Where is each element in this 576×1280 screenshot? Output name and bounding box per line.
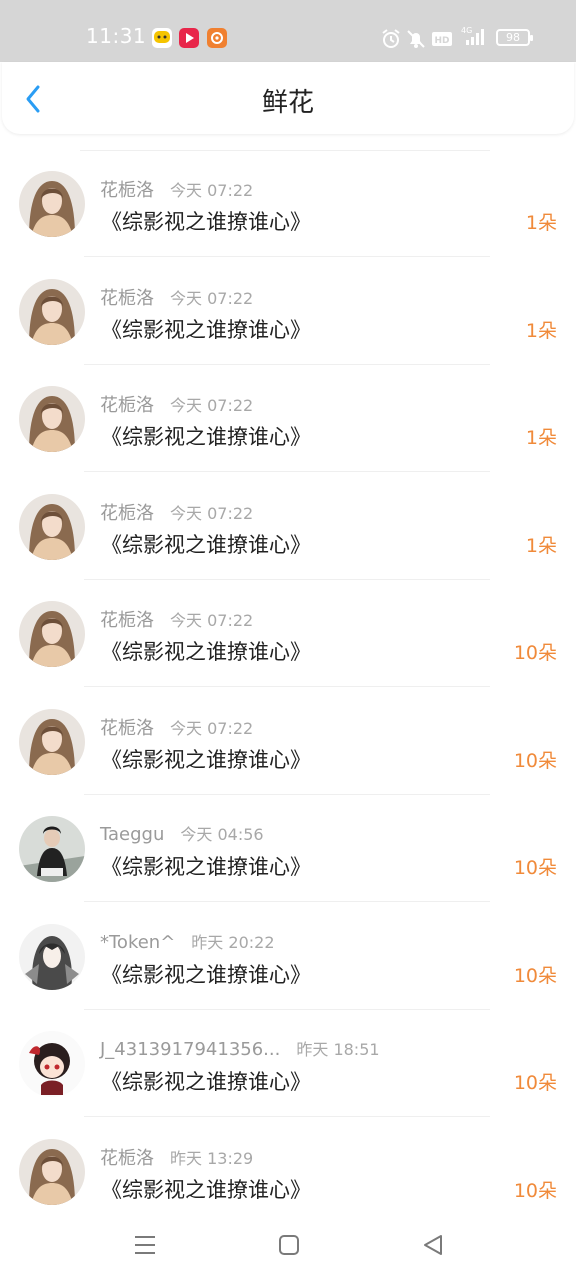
list-item[interactable]: 花栀洛 今天 07:22 《综影视之谁撩谁心》 10朵 [0,580,576,687]
book-title[interactable]: 《综影视之谁撩谁心》 [101,1174,311,1204]
book-title[interactable]: 《综影视之谁撩谁心》 [101,959,311,989]
mute-icon [405,28,427,50]
svg-text:HD: HD [434,36,449,46]
username[interactable]: 花栀洛 今天 07:22 [100,499,253,525]
list-item[interactable]: 花栀洛 今天 07:22 《综影视之谁撩谁心》 1朵 [0,258,576,365]
back-triangle-icon[interactable] [421,1232,445,1258]
list-item[interactable]: 花栀洛 今天 07:22 《综影视之谁撩谁心》 1朵 [0,365,576,472]
username[interactable]: J_4313917941356... 昨天 18:51 [100,1036,380,1060]
book-title[interactable]: 《综影视之谁撩谁心》 [101,529,311,559]
system-nav-bar [0,1218,576,1280]
svg-text:4G: 4G [461,26,472,35]
timestamp: 今天 07:22 [170,288,254,308]
username[interactable]: 花栀洛 昨天 13:29 [100,1144,253,1170]
timestamp: 今天 07:22 [170,181,254,200]
avatar[interactable] [19,278,85,345]
avatar[interactable] [19,1031,85,1097]
flower-count: 1朵 [525,319,557,342]
status-time: 11:31 [86,24,147,48]
book-title[interactable]: 《综影视之谁撩谁心》 [101,851,311,881]
book-title[interactable]: 《综影视之谁撩谁心》 [101,636,311,666]
video-app-icon [179,28,199,48]
book-title[interactable]: 《综影视之谁撩谁心》 [101,314,311,344]
home-square-icon[interactable] [277,1232,301,1258]
timestamp: 今天 07:22 [170,503,254,523]
flower-count: 1朵 [525,534,557,557]
chat-app-icon [152,28,172,48]
username[interactable]: 花栀洛 今天 07:22 [100,284,253,310]
timestamp: 今天 04:56 [180,825,264,844]
list-item[interactable]: 花栀洛 今天 07:22 《综影视之谁撩谁心》 1朵 [0,473,576,580]
flower-count: 1朵 [525,427,557,449]
flower-count: 1朵 [525,212,557,234]
book-title[interactable]: 《综影视之谁撩谁心》 [101,206,311,236]
list-item[interactable]: 花栀洛 今天 07:22 《综影视之谁撩谁心》 10朵 [0,688,576,795]
username-text[interactable]: 花栀洛 [100,288,154,309]
username-text[interactable]: 花栀洛 [100,180,154,201]
page-title: 鲜花 [261,88,314,118]
flower-count: 10朵 [513,1179,557,1202]
username[interactable]: 花栀洛 今天 07:22 [100,176,253,202]
username-text[interactable]: J_4313917941356... [100,1039,280,1060]
status-bar: 11:31 HD 4G 98 [0,0,576,62]
username-text[interactable]: 花栀洛 [100,1148,154,1169]
timestamp: 昨天 18:51 [296,1040,380,1059]
timestamp: 昨天 13:29 [170,1148,254,1168]
username-text[interactable]: 花栀洛 [100,395,154,416]
timestamp: 今天 07:22 [170,396,254,415]
flower-count: 10朵 [513,1072,557,1094]
hd-icon: HD [431,28,453,50]
avatar[interactable] [19,493,85,560]
menu-icon[interactable] [133,1232,157,1258]
avatar[interactable] [19,708,85,775]
username[interactable]: 花栀洛 今天 07:22 [100,606,253,632]
signal-icon: 4G [460,24,488,46]
username-text[interactable]: Taeggu [100,824,164,845]
username-text[interactable]: 花栀洛 [100,610,154,631]
book-title[interactable]: 《综影视之谁撩谁心》 [101,421,311,451]
header: 鲜花 [2,62,574,134]
list-item[interactable]: J_4313917941356... 昨天 18:51 《综影视之谁撩谁心》 10朵 [0,1010,576,1117]
avatar[interactable] [19,601,85,667]
game-app-icon [207,28,227,48]
list-item[interactable]: 花栀洛 昨天 13:29 《综影视之谁撩谁心》 10朵 [0,1118,576,1225]
flower-count: 10朵 [513,964,557,987]
username-text[interactable]: 花栀洛 [100,718,154,739]
username[interactable]: 花栀洛 今天 07:22 [100,391,253,417]
avatar[interactable] [19,386,85,452]
timestamp: 今天 07:22 [170,718,254,738]
book-title[interactable]: 《综影视之谁撩谁心》 [101,1066,311,1096]
list-item[interactable]: 花栀洛 今天 07:22 《综影视之谁撩谁心》 1朵 [0,150,576,257]
username[interactable]: *Token^ 昨天 20:22 [100,929,275,953]
username[interactable]: Taeggu 今天 04:56 [100,821,264,845]
list-item[interactable]: *Token^ 昨天 20:22 《综影视之谁撩谁心》 10朵 [0,903,576,1010]
flower-count: 10朵 [513,857,557,879]
timestamp: 昨天 20:22 [191,932,275,952]
username-text[interactable]: 花栀洛 [100,503,154,524]
timestamp: 今天 07:22 [170,611,254,630]
battery-icon: 98 [496,29,533,46]
username-text[interactable]: *Token^ [100,932,175,953]
avatar[interactable] [19,816,85,882]
avatar[interactable] [19,923,85,990]
avatar[interactable] [19,171,85,237]
flower-count: 10朵 [513,749,557,772]
username[interactable]: 花栀洛 今天 07:22 [100,714,253,740]
flower-count: 10朵 [513,642,557,664]
alarm-icon [380,28,402,50]
battery-level: 98 [506,31,520,44]
list-item[interactable]: Taeggu 今天 04:56 《综影视之谁撩谁心》 10朵 [0,795,576,902]
avatar[interactable] [19,1138,85,1205]
book-title[interactable]: 《综影视之谁撩谁心》 [101,744,311,774]
